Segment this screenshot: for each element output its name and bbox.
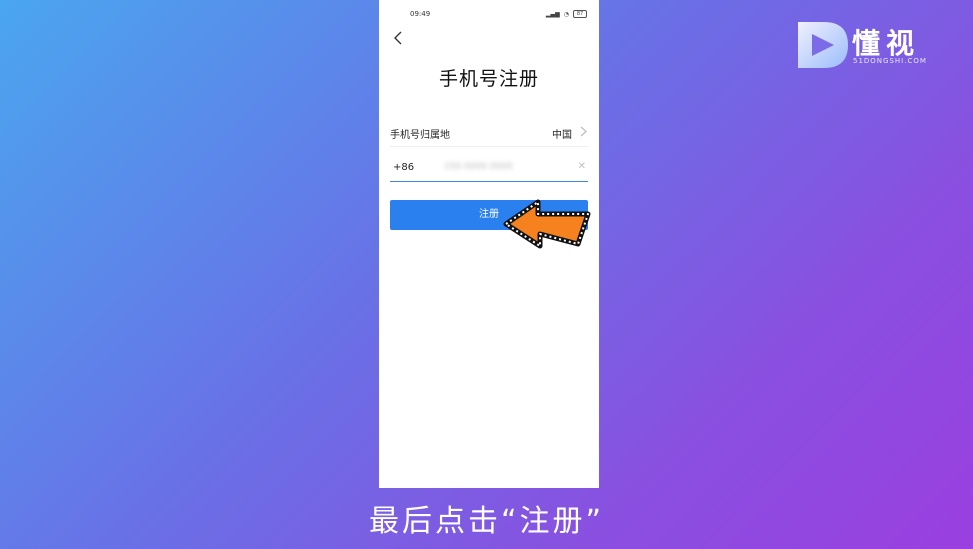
wifi-icon: ◔ [563,10,569,18]
phone-number-input[interactable]: 150 0000 0000 [444,162,513,172]
region-value: 中国 [552,130,572,141]
watermark-brand: 懂视 [852,27,921,60]
back-chevron-icon [394,31,402,45]
status-icons: ▂▄▆ ◔ 87 [546,10,587,18]
watermark-domain: 51DONGSHI.COM [853,57,927,65]
phone-input-row[interactable]: +86 150 0000 0000 ✕ [390,152,588,182]
chevron-right-icon [580,126,587,137]
country-code[interactable]: +86 [393,162,414,173]
status-bar: 09:49 ▂▄▆ ◔ 87 [379,0,599,28]
status-time: 09:49 [410,10,431,18]
pointer-arrow-icon [503,199,591,249]
battery-icon: 87 [573,10,587,18]
region-label: 手机号归属地 [390,130,450,141]
caption-subtitle: 最后点击“注册” [368,504,605,539]
region-selector[interactable]: 手机号归属地 中国 [390,118,588,147]
back-button[interactable] [388,28,408,48]
page-title: 手机号注册 [438,68,539,90]
signal-icon: ▂▄▆ [545,10,560,18]
clear-icon[interactable]: ✕ [578,161,586,172]
